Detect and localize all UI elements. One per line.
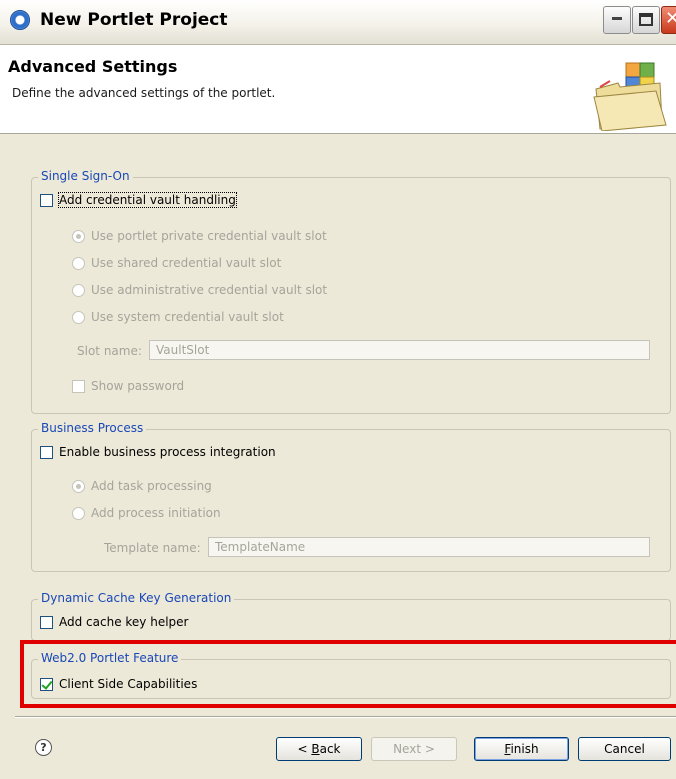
dynamic-cache-label: Dynamic Cache Key Generation	[38, 591, 235, 605]
checkbox-label: Enable business process integration	[59, 445, 276, 459]
next-button[interactable]: Next >	[371, 737, 457, 761]
button-bar-separator	[15, 716, 676, 718]
radio-label: Use administrative credential vault slot	[91, 283, 328, 297]
radio-button[interactable]	[72, 479, 85, 493]
template-name-label-text: Template name:	[104, 541, 201, 555]
maximize-icon	[639, 13, 653, 26]
help-icon[interactable]: ?	[35, 739, 52, 756]
folder-wizard-icon	[593, 62, 667, 131]
radio-button[interactable]	[72, 310, 85, 324]
radio-label: Add process initiation	[91, 506, 221, 520]
close-button[interactable]: ✕	[661, 6, 676, 34]
minimize-button[interactable]	[603, 6, 631, 34]
radio-button[interactable]	[72, 506, 85, 520]
back-button[interactable]: < Back	[276, 737, 362, 761]
window-title: New Portlet Project	[40, 10, 228, 30]
slot-name-label: Slot name:	[77, 344, 142, 358]
back-mnemonic: B	[311, 742, 320, 756]
radio-private-vault-slot[interactable]: Use portlet private credential vault slo…	[72, 229, 327, 243]
maximize-button[interactable]	[632, 6, 660, 34]
radio-system-vault-slot[interactable]: Use system credential vault slot	[72, 310, 284, 324]
template-name-input[interactable]: TemplateName	[208, 537, 650, 557]
add-cache-key-helper-checkbox[interactable]: Add cache key helper	[40, 615, 188, 629]
page-title: Advanced Settings	[8, 57, 178, 76]
title-bar[interactable]: New Portlet Project ✕	[0, 0, 676, 45]
radio-shared-vault-slot[interactable]: Use shared credential vault slot	[72, 256, 281, 270]
minimize-icon	[612, 17, 622, 20]
wizard-header: Advanced Settings Define the advanced se…	[0, 45, 676, 134]
radio-label: Add task processing	[91, 479, 212, 493]
radio-add-process-initiation[interactable]: Add process initiation	[72, 506, 221, 520]
template-name-label: Template name:	[104, 541, 201, 555]
back-rest: ack	[319, 742, 341, 756]
back-prefix: <	[297, 742, 312, 756]
radio-add-task-processing[interactable]: Add task processing	[72, 479, 212, 493]
radio-label: Use shared credential vault slot	[91, 256, 282, 270]
enable-business-process-checkbox[interactable]: Enable business process integration	[40, 445, 276, 459]
wizard-content: Single Sign-On Add credential vault hand…	[0, 134, 676, 717]
add-credential-vault-checkbox[interactable]: Add credential vault handling	[40, 192, 237, 208]
radio-label: Use system credential vault slot	[91, 310, 284, 324]
radio-button[interactable]	[72, 229, 85, 243]
checkbox-label: Add cache key helper	[59, 615, 189, 629]
show-password-checkbox[interactable]: Show password	[72, 379, 184, 393]
finish-button[interactable]: Finish	[474, 737, 569, 761]
radio-label: Use portlet private credential vault slo…	[91, 229, 327, 243]
eclipse-app-icon	[10, 10, 30, 30]
checkbox-label: Show password	[91, 379, 185, 393]
cancel-button[interactable]: Cancel	[578, 737, 671, 761]
checkbox-box[interactable]	[40, 615, 53, 629]
radio-administrative-vault-slot[interactable]: Use administrative credential vault slot	[72, 283, 327, 297]
checkbox-label: Add credential vault handling	[58, 192, 237, 208]
highlight-annotation	[20, 640, 676, 708]
single-sign-on-label: Single Sign-On	[38, 169, 133, 183]
close-icon: ✕	[665, 8, 676, 29]
slot-name-label-text: Slot name:	[77, 344, 142, 358]
business-process-label: Business Process	[38, 421, 147, 435]
radio-button[interactable]	[72, 256, 85, 270]
finish-rest: inish	[510, 742, 539, 756]
checkbox-box[interactable]	[40, 445, 53, 459]
page-description: Define the advanced settings of the port…	[12, 86, 276, 100]
checkbox-box[interactable]	[40, 193, 53, 207]
slot-name-input[interactable]: VaultSlot	[149, 340, 650, 360]
radio-button[interactable]	[72, 283, 85, 297]
new-portlet-project-window: New Portlet Project ✕ Advanced Settings …	[0, 0, 676, 779]
checkbox-box[interactable]	[72, 379, 85, 393]
